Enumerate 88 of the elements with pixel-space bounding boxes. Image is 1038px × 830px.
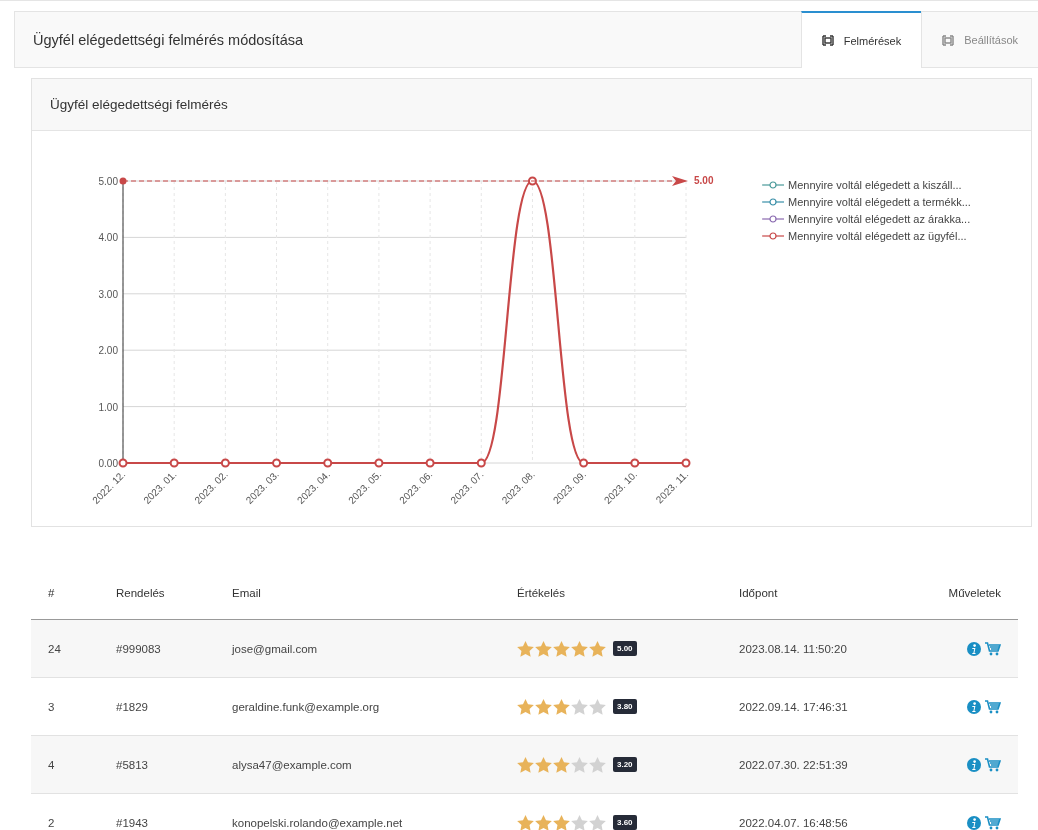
frame-icon (942, 34, 955, 46)
table-cell: 2022.04.07. 16:48:56 (739, 816, 848, 829)
column-header: Műveletek (948, 587, 1001, 599)
star-icon (589, 698, 606, 715)
table-cell: #1943 (116, 816, 148, 829)
data-point (630, 458, 640, 468)
data-point (272, 458, 282, 468)
data-point (527, 176, 537, 186)
table-cell: 2022.07.30. 22:51:39 (739, 758, 848, 771)
star-icon (517, 698, 534, 715)
table-cell: geraldine.funk@example.org (232, 700, 380, 713)
star-icon (553, 814, 570, 830)
table-cell: 3 (48, 700, 55, 713)
info-icon[interactable] (967, 815, 981, 830)
data-point (681, 458, 691, 468)
tab[interactable]: Felmérések (800, 11, 922, 68)
legend-label[interactable]: Mennyire voltál elégedett a kiszáll... (788, 179, 962, 191)
tab[interactable]: Beállítások (921, 11, 1038, 67)
cart-icon[interactable] (985, 815, 1001, 830)
star-icon (517, 640, 534, 657)
y-tick-label: 5.00 (98, 176, 118, 187)
data-point (118, 458, 128, 468)
score-badge: 3.20 (613, 757, 637, 772)
star-icon (589, 756, 606, 773)
y-tick-label: 3.00 (98, 288, 118, 300)
star-icon (535, 814, 552, 830)
star-icon (517, 814, 534, 830)
card-title: Ügyfél elégedettségi felmérés (50, 97, 228, 112)
table-cell: #999083 (116, 642, 161, 655)
column-header: # (48, 587, 55, 599)
arrowhead-icon (672, 176, 688, 186)
table-cell: 2 (48, 816, 55, 829)
data-point (476, 458, 486, 468)
column-header: Rendelés (116, 587, 165, 599)
table-cell: #1829 (116, 700, 148, 713)
cart-icon[interactable] (985, 757, 1001, 772)
legend-line-icon (762, 232, 784, 240)
data-point (425, 458, 435, 468)
y-tick-label: 0.00 (98, 458, 118, 469)
star-icon (517, 756, 534, 773)
info-icon[interactable] (967, 641, 981, 656)
reference-line-label: 5.00 (694, 175, 714, 186)
score-badge: 3.80 (613, 699, 637, 714)
data-point (374, 458, 384, 468)
column-header: Email (232, 587, 261, 599)
table-cell: 4 (48, 758, 55, 771)
y-tick-label: 4.00 (98, 232, 118, 244)
frame-icon (821, 35, 834, 46)
column-header: Értékelés (517, 587, 565, 599)
star-icon (571, 756, 588, 773)
legend-label[interactable]: Mennyire voltál elégedett az árakka... (788, 213, 971, 225)
legend-line-icon (762, 215, 784, 223)
star-icon (589, 814, 606, 830)
score-badge: 5.00 (613, 641, 637, 656)
data-point (169, 458, 179, 468)
star-icon (553, 698, 570, 715)
legend-label[interactable]: Mennyire voltál elégedett az ügyfél... (788, 230, 967, 242)
y-tick-label: 1.00 (98, 401, 118, 413)
table-cell: alysa47@example.com (232, 758, 352, 771)
data-point (579, 458, 589, 468)
info-icon[interactable] (967, 699, 981, 714)
page-title: Ügyfél elégedettségi felmérés módosítása (32, 31, 303, 48)
score-badge: 3.60 (613, 815, 637, 830)
cart-icon[interactable] (985, 641, 1001, 656)
table-cell: 2022.09.14. 17:46:31 (739, 700, 848, 713)
star-icon (571, 698, 588, 715)
table-cell: #5813 (116, 758, 148, 771)
cart-icon[interactable] (985, 699, 1001, 714)
column-header: Időpont (739, 587, 778, 599)
data-point (220, 458, 230, 468)
table-cell: 2023.08.14. 11:50:20 (739, 642, 847, 655)
data-point (323, 458, 333, 468)
star-icon (535, 640, 552, 657)
star-icon (589, 640, 606, 657)
table-cell: konopelski.rolando@example.net (232, 816, 403, 829)
star-icon (571, 640, 588, 657)
star-icon (535, 756, 552, 773)
star-icon (553, 640, 570, 657)
table-cell: 24 (48, 642, 61, 655)
y-tick-label: 2.00 (98, 345, 118, 357)
star-icon (535, 698, 552, 715)
legend-line-icon (762, 198, 784, 206)
star-icon (571, 814, 588, 830)
star-icon (553, 756, 570, 773)
legend-line-icon (762, 181, 784, 189)
legend-label[interactable]: Mennyire voltál elégedett a termékk... (788, 196, 971, 208)
info-icon[interactable] (967, 757, 981, 772)
table-cell: jose@gmail.com (232, 642, 318, 655)
